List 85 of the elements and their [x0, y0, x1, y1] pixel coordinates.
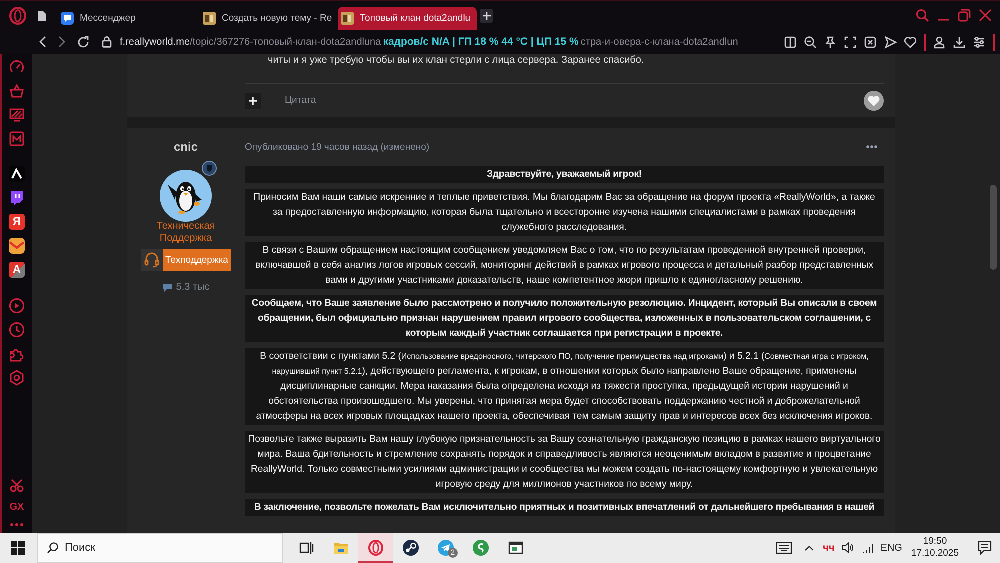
favicon-icon: [341, 12, 354, 25]
more-icon[interactable]: [866, 145, 878, 149]
download-icon[interactable]: [953, 36, 966, 48]
windows-logo-icon[interactable]: [11, 541, 25, 555]
heart-icon[interactable]: [904, 36, 917, 48]
gx-button[interactable]: GX: [10, 502, 24, 514]
clock-icon[interactable]: [9, 322, 25, 338]
chevron-up-icon[interactable]: [805, 546, 814, 550]
sidebar-app-button[interactable]: Я: [9, 214, 25, 230]
reload-icon[interactable]: [77, 36, 90, 48]
url-text[interactable]: стра-и-овера-с-клана-dota2andlun: [580, 36, 738, 48]
forward-icon[interactable]: [58, 36, 66, 48]
post-date: Опубликовано 19 часов назад (изменено): [245, 142, 430, 152]
scissors-icon[interactable]: [9, 478, 25, 494]
pin-icon[interactable]: [824, 36, 837, 48]
fps-overlay: кадров/с N/A | ГП 18 % 44 °C | ЦП 15 %: [383, 36, 579, 48]
clock-time[interactable]: 19:50: [923, 536, 948, 548]
play-icon[interactable]: [9, 298, 25, 314]
speech-bubble-icon[interactable]: [9, 190, 25, 206]
clock-date[interactable]: 17.10.2025: [911, 548, 959, 560]
swirl-icon: [472, 540, 488, 556]
browser-logo-icon[interactable]: [9, 6, 27, 24]
search-field[interactable]: Поиск: [37, 533, 283, 563]
back-icon[interactable]: [39, 36, 47, 48]
user-role: Техническая Поддержка: [156, 221, 216, 244]
task-view-icon: [298, 540, 314, 556]
ring-icon: [368, 540, 384, 556]
author-name[interactable]: cnic: [174, 140, 198, 154]
browser-tab[interactable]: Создать новую тему - Re: [200, 7, 335, 30]
chat-bubble-icon: [61, 12, 74, 25]
page-icon[interactable]: [38, 10, 46, 20]
group-tag: Техподдержка: [163, 249, 231, 271]
headset-icon: [141, 249, 163, 271]
search-icon[interactable]: [916, 9, 929, 22]
sliders-icon[interactable]: [973, 36, 986, 48]
notification-icon[interactable]: [978, 541, 992, 555]
penguin-avatar[interactable]: [160, 170, 212, 222]
language-indicator[interactable]: ENG: [880, 542, 902, 554]
person-icon[interactable]: [933, 36, 946, 48]
post-paragraph: В соответствии с пунктами 5.2 (Использование вредоносного, читерского ПО, получение преимущества над игроками) и 5.2.1 (Совместная игра с игроком, нарушивший пункт 5.2.1), действующего регламента, к игрокам, в отношении которых было направлено Ваше обращение, применены дисциплинарные санкции. Мера наказания была определена исходя из тяжести проступка, предыдущей истории нарушений и обстоятельства произошедшего. Мы уверены, что принятая мера будет способствовать поддержанию честной и доброжелательной атмосферы на всех игровых площадках нашего проекта, обеспечивая тем самым защиту прав и интересов всех без исключения игроков.: [245, 348, 884, 425]
striped-screen-icon[interactable]: [9, 107, 25, 123]
zoom-out-icon[interactable]: [804, 36, 817, 48]
plus-icon: [482, 12, 490, 20]
speech-bubble-icon: [162, 282, 174, 292]
post-paragraph: Здравствуйте, уважаемый игрок!: [245, 166, 884, 183]
tray-indicator[interactable]: чч: [823, 542, 835, 554]
sidebar-app-button[interactable]: A: [9, 262, 25, 278]
plus-icon: [249, 96, 257, 104]
browser-tab[interactable]: Топовый клан dota2andlu: [338, 7, 477, 30]
disc-icon: [402, 540, 418, 556]
shield-badge-icon: [202, 161, 217, 176]
zigzag-square-icon[interactable]: [9, 131, 25, 147]
settings-icon[interactable]: [9, 370, 25, 386]
split-view-icon[interactable]: [784, 36, 797, 48]
post-paragraph: Позвольте также выразить Вам нашу глубокую признательность за Вашу сознательную гражданскую позицию в рамках нашего виртуального мира. Ваша бдительность и стремление сохранять порядок и справедливость являются неоценимым вкладом в развитие и процветание ReallyWorld. Только совместными усилиями администрации и сообщества мы можем создать по-настоящему комфортную и увлекательную игровую среду для миллионов участников по всему миру.: [245, 431, 884, 493]
post-paragraph: В заключение, позвольте пожелать Вам исключительно приятных и позитивных впечатлений от дальнейшего пребывания в нашей: [245, 499, 884, 516]
post-paragraph: Приносим Вам наши самые искренние и теплые приветствия. Мы благодарим Вас за обращение на форум проекта «ReallyWorld», а также за предоставленную информацию, которая была тщательно и всесторонне изучена нашими специалистами в рамках проведения служебного расследования.: [245, 189, 884, 236]
send-icon[interactable]: [884, 36, 897, 48]
gauge-icon[interactable]: [9, 59, 25, 75]
speaker-icon[interactable]: [842, 542, 854, 554]
folder-icon: [332, 540, 348, 556]
restore-icon[interactable]: [958, 9, 971, 22]
envelope-icon[interactable]: [9, 238, 25, 254]
peak-tile-icon[interactable]: [9, 166, 25, 182]
add-button[interactable]: [245, 92, 261, 108]
snapshot-icon[interactable]: [844, 36, 857, 48]
post-count: 5.3 тыс: [176, 282, 210, 293]
window-icon: [508, 540, 524, 556]
post-paragraph: Сообщаем, что Ваше заявление было рассмотрено и получило положительную резолюцию. Инцидент, который Вы описали в своем обращении, был официально признан нарушением правил игрового сообщества, изложенных в пользовательском соглашении, с которым каждый участник соглашается при регистрации в проекте.: [245, 295, 884, 342]
post-text: читы и я уже требую чтобы вы их клан стерли с лица сервера. Заранее спасибо.: [268, 55, 644, 67]
quote-button[interactable]: Цитата: [285, 95, 316, 106]
favicon-icon: [203, 12, 216, 25]
scrollbar-thumb[interactable]: [990, 185, 997, 270]
close-icon[interactable]: [979, 9, 992, 22]
signal-icon[interactable]: [862, 542, 874, 554]
x-square-icon[interactable]: [864, 36, 877, 48]
basket-icon[interactable]: [9, 83, 25, 99]
post-paragraph: В связи с Вашим обращением настоящим сообщением уведомляем Вас о том, что по результатам проведенной внутренней проверки, включавшей в себя анализ логов игровых сессий, мониторинг действий в рамках игрового процесса и детальный разбор представленных вами и другими участниками доказательств, наше компетентное жюри пришло к единогласному решению.: [245, 242, 884, 289]
lock-icon[interactable]: [102, 36, 112, 48]
new-tab-button[interactable]: [480, 8, 493, 22]
search-icon: [47, 542, 59, 554]
url-text[interactable]: f.reallyworld.me/topic/367276-топовый-клан-dota2andluna: [120, 36, 382, 48]
more-icon[interactable]: [9, 523, 25, 527]
browser-tab[interactable]: Мессенджер: [58, 7, 195, 30]
keyboard-icon[interactable]: [776, 542, 792, 554]
